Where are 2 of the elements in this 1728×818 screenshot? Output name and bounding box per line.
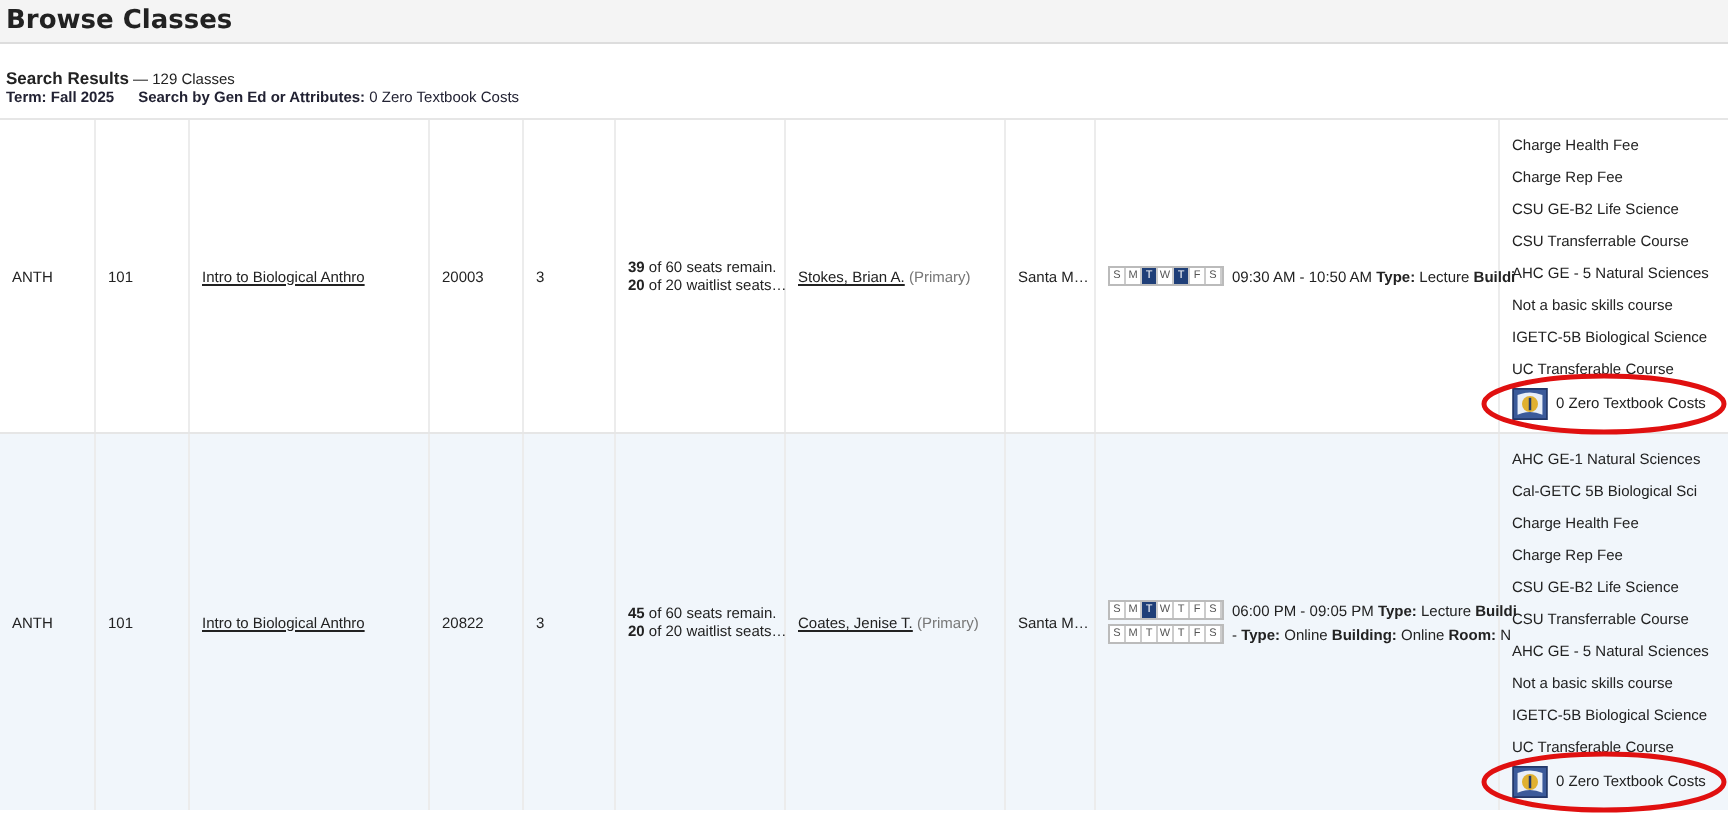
results-label: Search Results bbox=[6, 68, 129, 88]
page-title: Browse Classes bbox=[6, 6, 233, 36]
